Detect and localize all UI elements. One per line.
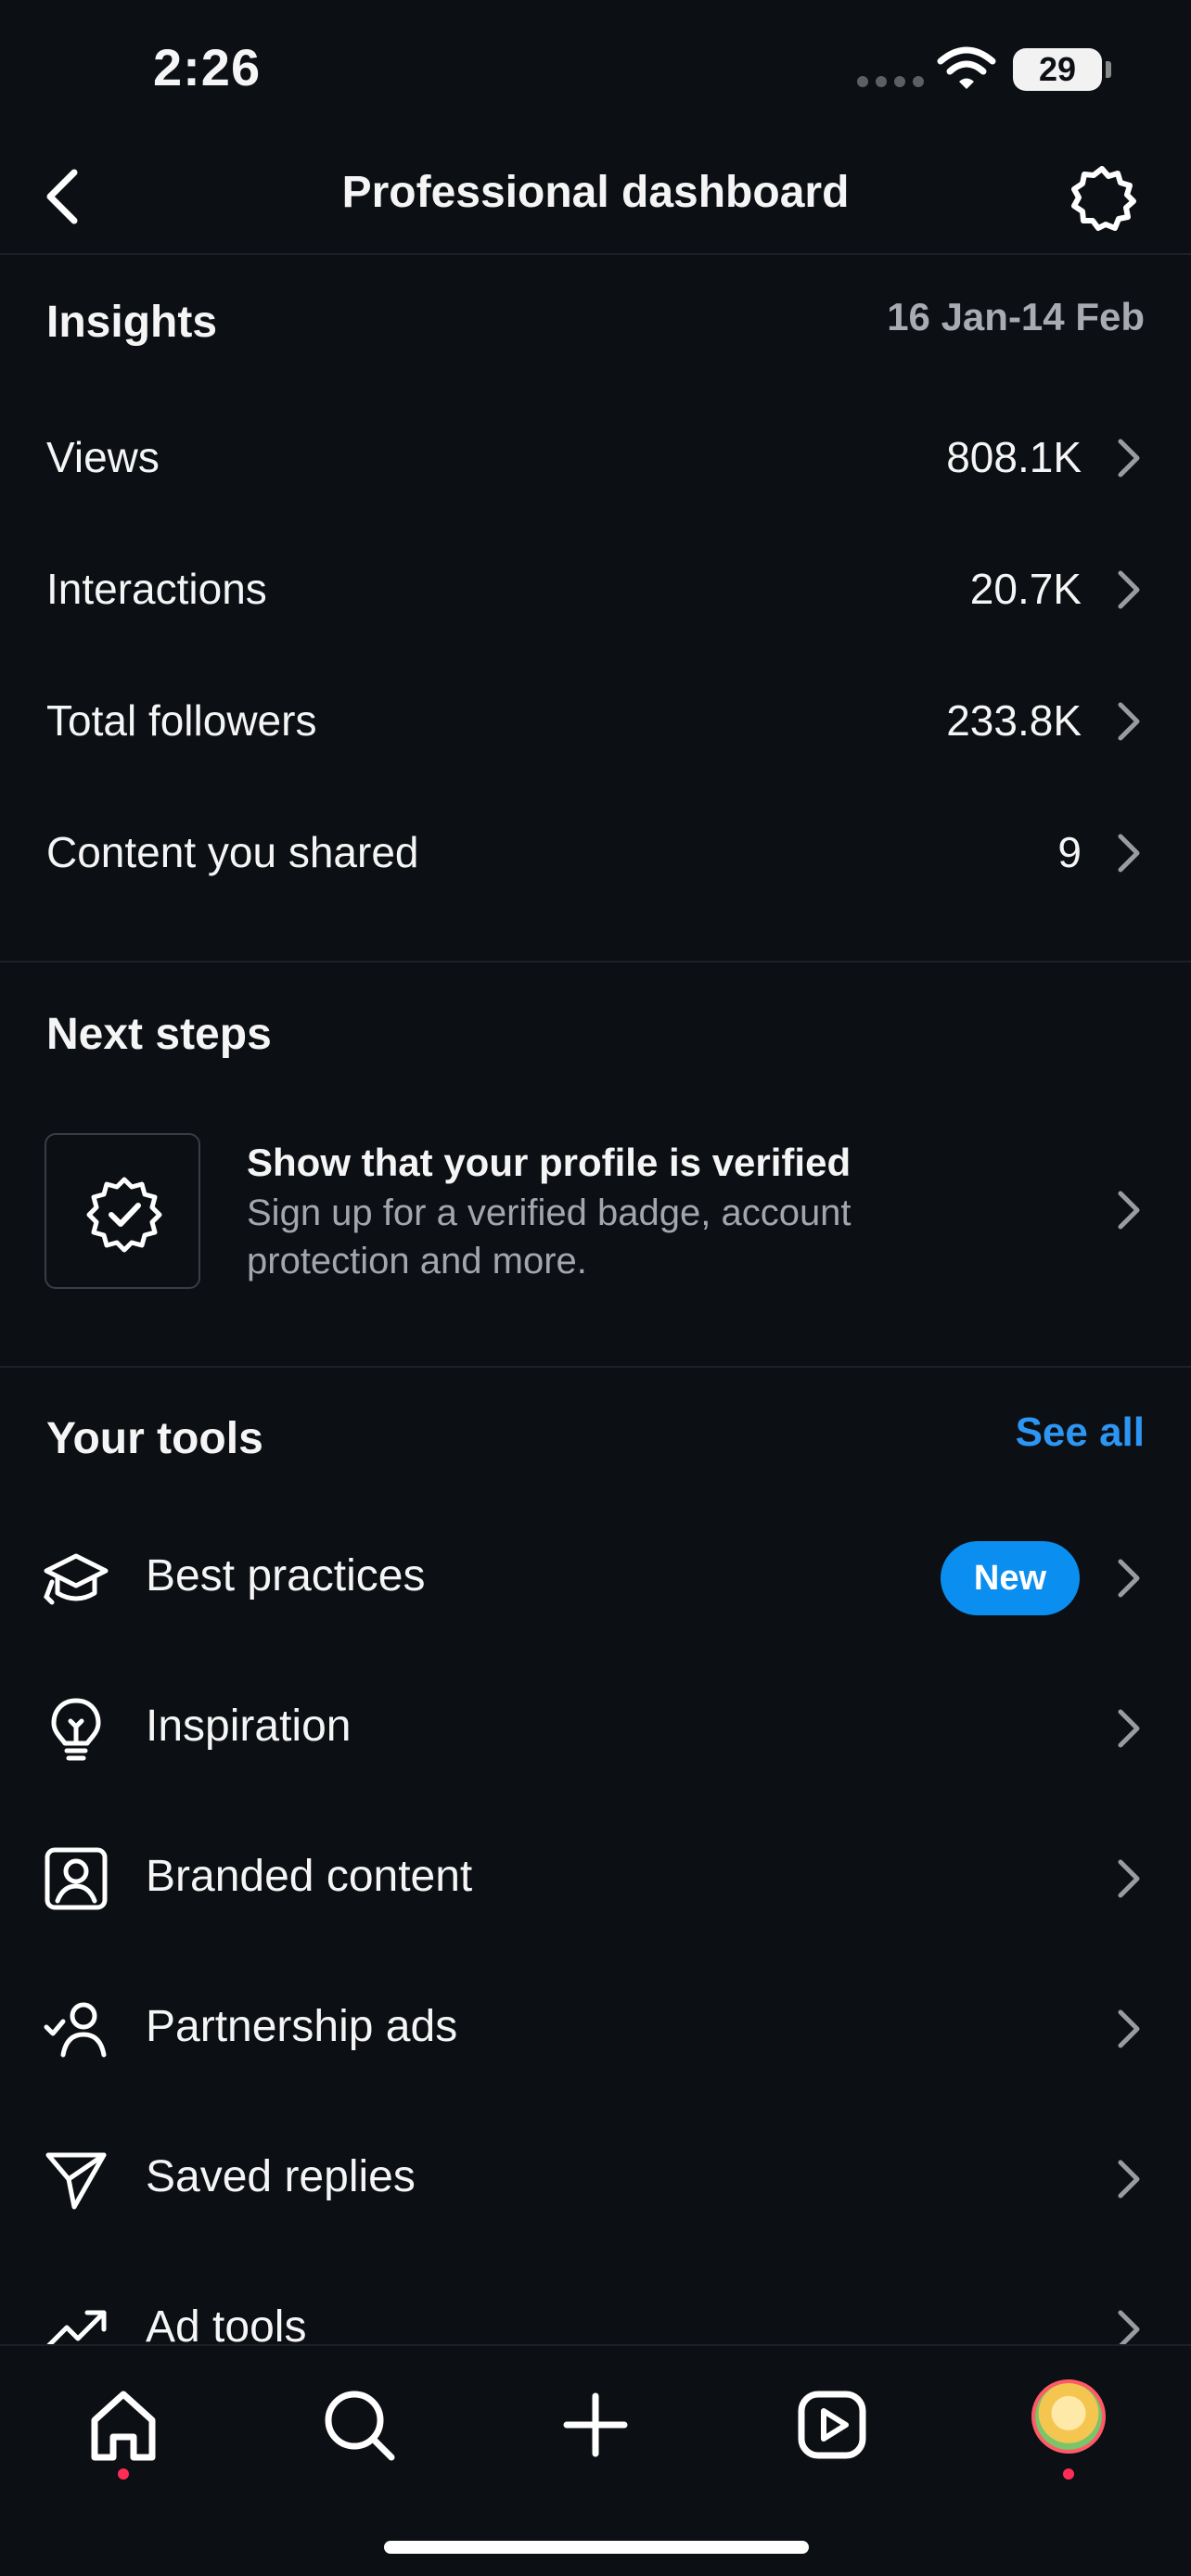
chevron-right-icon <box>1118 702 1140 741</box>
metric-value: 20.7K <box>969 565 1082 613</box>
home-indicator <box>384 2541 809 2554</box>
search-icon[interactable] <box>317 2383 401 2467</box>
status-time: 2:26 <box>153 38 262 96</box>
home-notification-dot <box>118 2468 129 2480</box>
tool-row-partnership-ads[interactable]: Partnership ads <box>0 1953 1191 2103</box>
your-tools-title: Your tools <box>46 1414 263 1463</box>
person-card-icon <box>45 1847 108 1910</box>
page-title: Professional dashboard <box>341 168 850 217</box>
chevron-right-icon <box>1118 1191 1140 1230</box>
tool-label: Saved replies <box>146 2152 416 2201</box>
tool-row-best-practices[interactable]: Best practices New <box>0 1502 1191 1652</box>
status-bar: 2:26 29 <box>0 0 1191 139</box>
verify-card-description: Sign up for a verified badge, account pr… <box>247 1192 852 1282</box>
chevron-right-icon <box>1118 570 1140 609</box>
metric-label: Views <box>46 433 160 481</box>
chevron-right-icon <box>1118 1559 1140 1598</box>
settings-gear-icon[interactable] <box>1065 159 1139 234</box>
verified-badge-icon-box <box>45 1133 200 1289</box>
metric-label: Content you shared <box>46 828 419 876</box>
tool-row-branded-content[interactable]: Branded content <box>0 1803 1191 1953</box>
verified-badge-icon <box>86 1177 162 1253</box>
metric-value: 9 <box>1057 828 1082 876</box>
tool-row-saved-replies[interactable]: Saved replies <box>0 2103 1191 2253</box>
section-divider <box>0 961 1191 963</box>
tool-label: Branded content <box>146 1852 473 1901</box>
see-all-link[interactable]: See all <box>1016 1409 1145 1456</box>
date-range[interactable]: 16 Jan-14 Feb <box>887 295 1145 339</box>
wifi-icon <box>937 46 996 89</box>
lightbulb-icon <box>51 1698 101 1761</box>
metric-label: Interactions <box>46 565 267 613</box>
cellular-signal-icon <box>857 76 924 87</box>
metric-row-total-followers[interactable]: Total followers 233.8K <box>0 655 1191 786</box>
chevron-right-icon <box>1118 439 1140 478</box>
metric-row-interactions[interactable]: Interactions 20.7K <box>0 523 1191 655</box>
metric-row-content-shared[interactable]: Content you shared 9 <box>0 786 1191 918</box>
reels-icon[interactable] <box>790 2383 874 2467</box>
header: Professional dashboard <box>0 139 1191 254</box>
next-steps-title: Next steps <box>46 1010 272 1059</box>
chevron-right-icon <box>1118 2009 1140 2048</box>
send-icon <box>45 2152 107 2210</box>
metric-value: 808.1K <box>946 433 1082 481</box>
chevron-right-icon <box>1118 1709 1140 1748</box>
person-check-icon <box>44 2002 107 2058</box>
chevron-right-icon <box>1118 834 1140 873</box>
graduation-cap-icon <box>44 1553 109 1605</box>
section-divider <box>0 1366 1191 1368</box>
new-badge: New <box>941 1541 1080 1615</box>
chevron-right-icon <box>1118 1859 1140 1898</box>
metric-row-views[interactable]: Views 808.1K <box>0 391 1191 523</box>
verify-profile-card[interactable]: Show that your profile is verified Sign … <box>0 1122 1191 1298</box>
battery-cap <box>1106 61 1111 78</box>
chevron-right-icon <box>1118 2160 1140 2199</box>
insights-title: Insights <box>46 298 218 347</box>
verify-card-title: Show that your profile is verified <box>247 1141 852 1184</box>
battery-indicator: 29 <box>1013 48 1102 91</box>
header-divider <box>0 253 1191 255</box>
tool-row-inspiration[interactable]: Inspiration <box>0 1652 1191 1803</box>
tool-label: Partnership ads <box>146 2002 458 2051</box>
create-icon[interactable] <box>554 2383 637 2467</box>
tool-label: Inspiration <box>146 1702 352 1751</box>
profile-notification-dot <box>1063 2468 1074 2480</box>
profile-avatar[interactable] <box>1031 2379 1106 2454</box>
metric-value: 233.8K <box>946 696 1082 745</box>
metric-label: Total followers <box>46 696 317 745</box>
tool-label: Best practices <box>146 1551 426 1600</box>
home-icon[interactable] <box>82 2383 165 2467</box>
